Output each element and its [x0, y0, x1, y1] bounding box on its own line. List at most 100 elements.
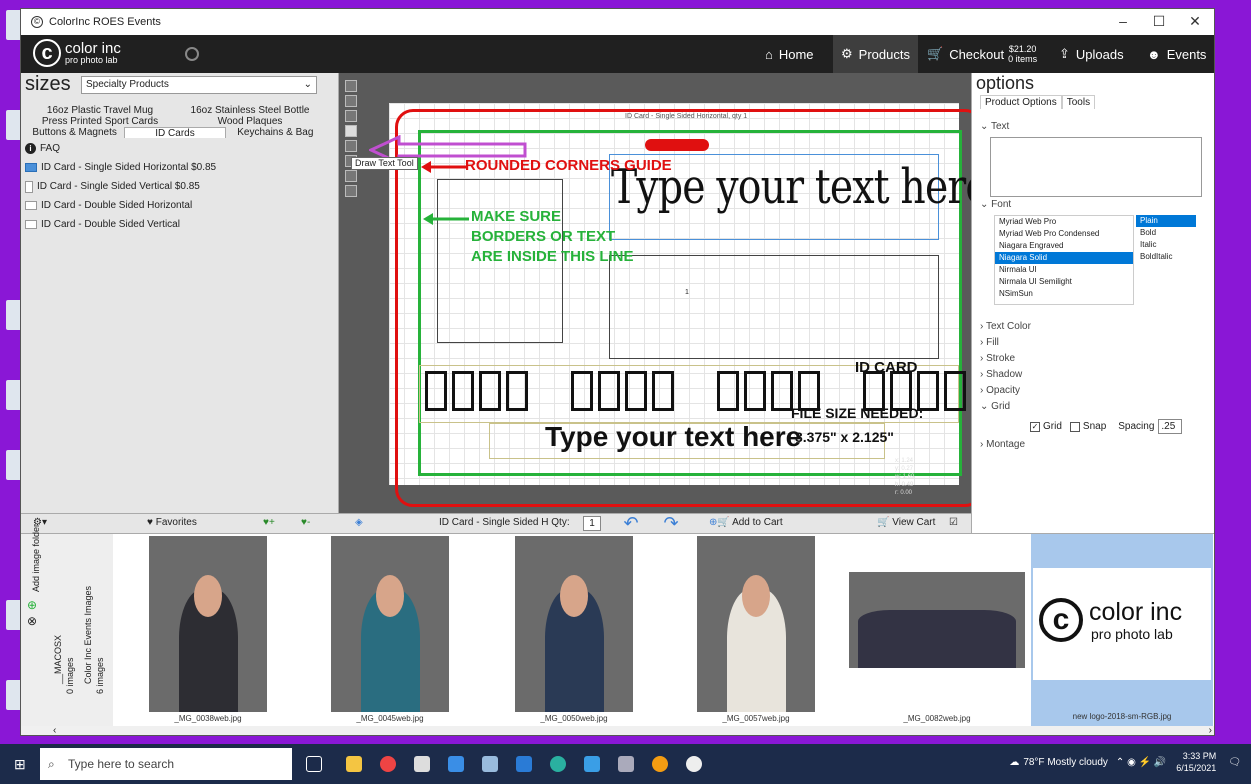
app-icon[interactable]	[516, 756, 532, 772]
text-section-header[interactable]: ⌄ Text	[980, 121, 1009, 132]
nav-checkout[interactable]: 🛒 Checkout $21.20 0 items	[919, 35, 1045, 73]
folder1-name[interactable]: __MACOSX	[53, 635, 63, 684]
text-input-area[interactable]	[990, 137, 1202, 197]
stroke-section[interactable]: › Stroke	[980, 353, 1015, 364]
horizontal-scrollbar[interactable]: ‹ ›	[21, 725, 1214, 735]
font-option[interactable]: Niagara Engraved	[995, 240, 1133, 252]
layers-icon[interactable]: ◈	[355, 517, 363, 528]
qty-input[interactable]: 1	[583, 516, 601, 531]
app-icon[interactable]	[448, 756, 464, 772]
crop-tool-icon[interactable]	[345, 110, 357, 122]
grid-checkbox[interactable]: ✓	[1030, 421, 1040, 432]
font-style-list[interactable]: Plain Bold Italic BoldItalic	[1136, 215, 1196, 271]
size-item[interactable]: ID Card - Single Sided Vertical $0.85	[25, 177, 325, 196]
select-tool-icon[interactable]	[345, 95, 357, 107]
favorites-button[interactable]: ♥ Favorites	[147, 517, 197, 528]
nav-home[interactable]: ⌂ Home	[757, 35, 822, 73]
add-to-cart-button[interactable]: ⊕🛒 Add to Cart	[709, 517, 783, 528]
text-small[interactable]: Type your text here	[545, 421, 801, 453]
tab-keychains[interactable]: Keychains & Bag Tags	[226, 127, 325, 149]
shadow-section[interactable]: › Shadow	[980, 369, 1022, 380]
image-thumb[interactable]: _MG_0038web.jpg	[149, 536, 267, 726]
clock[interactable]: 3:33 PM 6/15/2021	[1176, 750, 1216, 774]
fill-section[interactable]: › Fill	[980, 337, 999, 348]
task-view-icon[interactable]	[306, 756, 322, 772]
spacing-input[interactable]: .25	[1158, 419, 1183, 434]
image-thumb[interactable]: _MG_0057web.jpg	[697, 536, 815, 726]
move-tool-icon[interactable]	[345, 80, 357, 92]
app-icon[interactable]	[550, 756, 566, 772]
app-icon[interactable]	[482, 756, 498, 772]
style-option[interactable]: Italic	[1136, 239, 1196, 251]
media-player-icon[interactable]	[652, 756, 668, 772]
font-list[interactable]: Myriad Web Pro Myriad Web Pro Condensed …	[994, 215, 1134, 305]
add-folder-label[interactable]: Add image folder	[31, 524, 41, 592]
close-button[interactable]: ✕	[1180, 13, 1210, 30]
font-option-selected[interactable]: Niagara Solid	[995, 252, 1133, 264]
view-cart-button[interactable]: 🛒 View Cart	[877, 517, 935, 528]
font-section-header[interactable]: ⌄ Font	[980, 199, 1011, 210]
taskbar-search[interactable]: ⌕ Type here to search	[40, 748, 292, 780]
grid-section-header[interactable]: ⌄ Grid	[980, 401, 1010, 412]
size-item[interactable]: ID Card - Double Sided Horizontal	[25, 196, 325, 215]
tab-product-options[interactable]: Product Options	[980, 95, 1062, 109]
weather-icon[interactable]: ☁	[1009, 757, 1019, 768]
category-select[interactable]: Specialty Products ⌄	[81, 76, 317, 94]
add-favorite-icon[interactable]: ♥+	[263, 517, 275, 528]
font-option[interactable]: NSimSun	[995, 288, 1133, 300]
image-placeholder[interactable]	[609, 255, 939, 359]
app-icon[interactable]	[584, 756, 600, 772]
tab-tools[interactable]: Tools	[1061, 95, 1096, 109]
snap-checkbox[interactable]	[1069, 421, 1080, 432]
tab-id-cards[interactable]: ID Cards	[124, 127, 226, 139]
tray-icons[interactable]: ⌃ ◉ ⚡ 🔊	[1116, 757, 1166, 768]
shape-tool-icon[interactable]	[345, 140, 357, 152]
file-explorer-icon[interactable]	[346, 756, 362, 772]
frame-tool-icon[interactable]	[345, 185, 357, 197]
text-color-section[interactable]: › Text Color	[980, 321, 1031, 332]
weather-text[interactable]: 78°F Mostly cloudy	[1023, 757, 1108, 768]
nav-uploads[interactable]: ⇪ Uploads	[1051, 35, 1132, 73]
nav-events[interactable]: ☻ Events	[1139, 35, 1214, 73]
roes-icon[interactable]	[686, 756, 702, 772]
scroll-left-icon[interactable]: ‹	[53, 725, 56, 735]
folder2-name[interactable]: Color Inc Events Images	[83, 586, 93, 684]
remove-favorite-icon[interactable]: ♥-	[301, 517, 310, 528]
tab-travel-mug[interactable]: 16oz Plastic Travel Mug	[25, 105, 175, 116]
size-item[interactable]: ID Card - Single Sided Horizontal $0.85	[25, 158, 325, 177]
faq-link[interactable]: i FAQ	[25, 139, 325, 158]
size-item[interactable]: ID Card - Double Sided Vertical	[25, 215, 325, 234]
font-option[interactable]: Myriad Web Pro Condensed	[995, 228, 1133, 240]
opacity-section[interactable]: › Opacity	[980, 385, 1020, 396]
nav-products[interactable]: ⚙ Products	[833, 35, 918, 73]
image-tool-icon[interactable]	[345, 170, 357, 182]
image-thumb[interactable]: _MG_0045web.jpg	[331, 536, 449, 726]
add-folder-icon[interactable]: ⊕	[27, 598, 37, 612]
tab-steel-bottle[interactable]: 16oz Stainless Steel Bottle	[175, 105, 325, 116]
text-tool-icon[interactable]	[345, 125, 357, 137]
montage-section[interactable]: › Montage	[980, 439, 1025, 450]
font-option[interactable]: Nirmala UI	[995, 264, 1133, 276]
maximize-button[interactable]: ☐	[1144, 13, 1174, 30]
image-thumb[interactable]: _MG_0050web.jpg	[515, 536, 633, 726]
app-icon[interactable]	[414, 756, 430, 772]
minimize-button[interactable]: –	[1108, 13, 1138, 29]
tab-wood-plaques[interactable]: Wood Plaques	[175, 116, 325, 127]
notifications-icon[interactable]: 🗨	[1228, 757, 1241, 768]
undo-icon[interactable]: ↶	[615, 514, 647, 532]
remove-folder-icon[interactable]: ⊗	[27, 614, 37, 628]
tab-buttons-magnets[interactable]: Buttons & Magnets	[25, 127, 124, 138]
style-option[interactable]: BoldItalic	[1136, 251, 1196, 263]
image-thumb[interactable]: _MG_0082web.jpg	[849, 536, 1025, 726]
app-icon[interactable]	[618, 756, 634, 772]
scroll-right-icon[interactable]: ›	[1209, 725, 1212, 735]
font-option[interactable]: Myriad Web Pro	[995, 216, 1133, 228]
windows-start-icon[interactable]: ⊞	[14, 756, 26, 773]
tab-sport-cards[interactable]: Press Printed Sport Cards	[25, 116, 175, 127]
redo-icon[interactable]: ↷	[655, 514, 687, 532]
chrome-icon[interactable]	[380, 756, 396, 772]
style-option[interactable]: Bold	[1136, 227, 1196, 239]
font-option[interactable]: Nirmala UI Semilight	[995, 276, 1133, 288]
style-option-selected[interactable]: Plain	[1136, 215, 1196, 227]
image-thumb-selected[interactable]: c color inc pro photo lab new logo-2018-…	[1031, 534, 1213, 726]
